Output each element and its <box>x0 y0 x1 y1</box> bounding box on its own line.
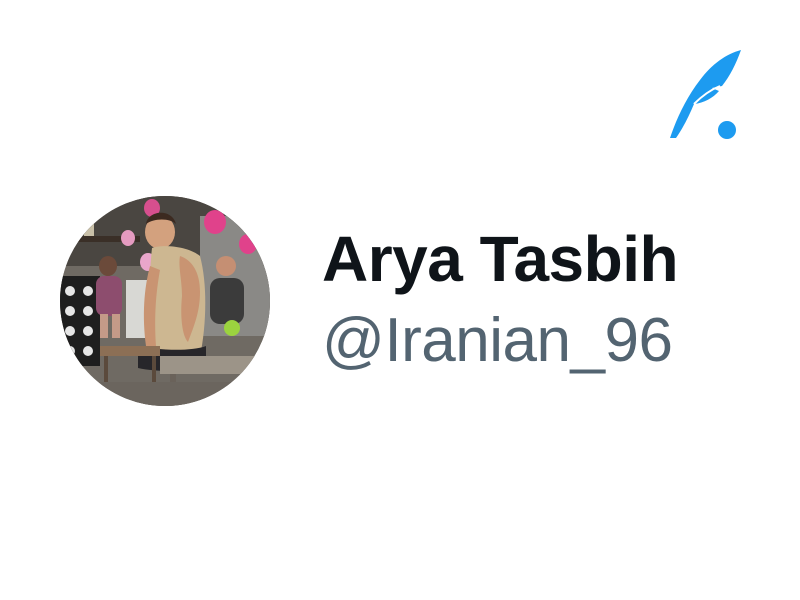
profile-preview-screen: Arya Tasbihi @Iranian_96 <box>0 0 800 600</box>
profile-photo <box>60 196 270 406</box>
username-handle[interactable]: @Iranian_96 <box>322 306 673 376</box>
avatar[interactable] <box>60 196 270 406</box>
profile-card[interactable]: Arya Tasbihi @Iranian_96 <box>0 0 800 600</box>
profile-name-block: Arya Tasbihi @Iranian_96 <box>322 222 680 382</box>
display-name[interactable]: Arya Tasbihi <box>322 222 680 296</box>
